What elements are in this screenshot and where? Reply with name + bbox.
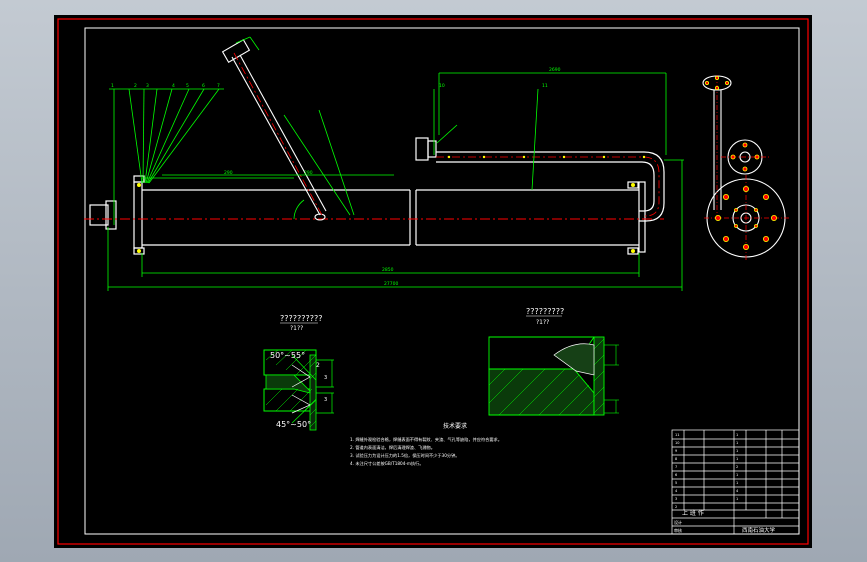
notes-heading: 技术要求 <box>443 422 467 430</box>
svg-text:1: 1 <box>736 473 738 477</box>
svg-text:1: 1 <box>736 497 738 501</box>
weld-angle-bottom: 45°~50° <box>276 420 311 429</box>
cad-viewport: 2690 2850 27700 290 290 123 456 71110 <box>0 0 867 562</box>
drawing-sheet: 2690 2850 27700 290 290 123 456 71110 <box>54 15 812 548</box>
svg-text:7: 7 <box>217 83 220 89</box>
svg-text:4: 4 <box>675 489 678 493</box>
dimension-lines <box>107 36 684 291</box>
detail-left-scale: ?1?? <box>290 325 303 332</box>
dim-total: 27700 <box>384 281 398 287</box>
svg-text:11: 11 <box>675 433 679 437</box>
svg-text:2: 2 <box>736 465 738 469</box>
notes-line-3: 3. 试验压力为设计压力的1.5倍，保压时间不少于30分钟。 <box>350 452 459 459</box>
svg-text:6: 6 <box>202 83 205 89</box>
dim-overall: 2850 <box>382 267 394 273</box>
technical-notes: 技术要求 1. 焊缝外观检验合格，焊缝表面不得有裂纹、夹渣、气孔等缺陷，并应符合… <box>350 422 502 467</box>
outer-frame <box>57 18 809 545</box>
title-block-unit: 上 班 作 <box>682 509 704 517</box>
svg-text:8: 8 <box>675 457 677 461</box>
detail-left-title: ?????????? <box>280 314 322 323</box>
title-block-row-2: 审核 <box>674 527 682 533</box>
svg-text:2: 2 <box>675 505 677 509</box>
svg-text:1: 1 <box>736 481 738 485</box>
svg-text:9: 9 <box>675 449 677 453</box>
dimension-texts: 2690 2850 27700 290 290 1 2 3 4 5 6 7 11 10 <box>111 67 561 287</box>
weld-detail-right: ????????? ?1?? <box>488 307 619 416</box>
dim-top-span: 2690 <box>549 67 561 73</box>
bolt-marks <box>137 155 646 253</box>
svg-text:1: 1 <box>736 433 738 437</box>
svg-text:1: 1 <box>736 441 738 445</box>
svg-text:5: 5 <box>675 481 677 485</box>
weld-detail-left: ?????????? ?1?? 50°~55° 45°~50° 2 33 <box>263 314 334 431</box>
svg-text:5: 5 <box>186 83 189 89</box>
dim-small-a: 290 <box>224 170 233 176</box>
detail-right-title: ????????? <box>526 307 564 316</box>
svg-text:1: 1 <box>111 83 114 89</box>
flange-views <box>702 75 786 258</box>
weld-angle-top: 50°~55° <box>270 351 305 360</box>
flange-bolt-holes <box>705 76 778 250</box>
detail-right-scale: ?1?? <box>536 319 549 326</box>
svg-text:3: 3 <box>146 83 149 89</box>
svg-text:11: 11 <box>542 83 548 89</box>
dim-small-b: 290 <box>304 170 313 176</box>
svg-text:1: 1 <box>736 449 738 453</box>
svg-text:3: 3 <box>324 375 327 381</box>
svg-text:2: 2 <box>134 83 137 89</box>
notes-line-2: 2. 管道内表面清洁，焊后清理焊渣、飞溅物。 <box>350 444 435 451</box>
notes-line-4: 4. 未注尺寸公差按GB/T1804-m执行。 <box>350 460 424 467</box>
inclined-nozzle <box>221 39 327 221</box>
svg-text:3: 3 <box>675 497 677 501</box>
svg-text:3: 3 <box>324 397 327 403</box>
svg-text:10: 10 <box>439 83 445 89</box>
svg-text:10: 10 <box>675 441 679 445</box>
u-pipe <box>415 137 665 222</box>
svg-text:1: 1 <box>736 457 738 461</box>
notes-line-1: 1. 焊缝外观检验合格，焊缝表面不得有裂纹、夹渣、气孔等缺陷，并应符合要求。 <box>350 436 502 443</box>
svg-text:4: 4 <box>736 489 739 493</box>
title-block-school: 西南石油大学 <box>742 526 776 534</box>
svg-text:4: 4 <box>172 83 175 89</box>
svg-text:7: 7 <box>675 465 677 469</box>
inner-frame <box>84 27 800 535</box>
main-vessel <box>89 175 646 255</box>
drawing-canvas: 2690 2850 27700 290 290 123 456 7 1110 ?… <box>57 18 809 545</box>
svg-text:6: 6 <box>675 473 677 477</box>
weld-dim-2: 2 <box>316 362 320 369</box>
title-block-row-1: 设计 <box>674 519 682 525</box>
